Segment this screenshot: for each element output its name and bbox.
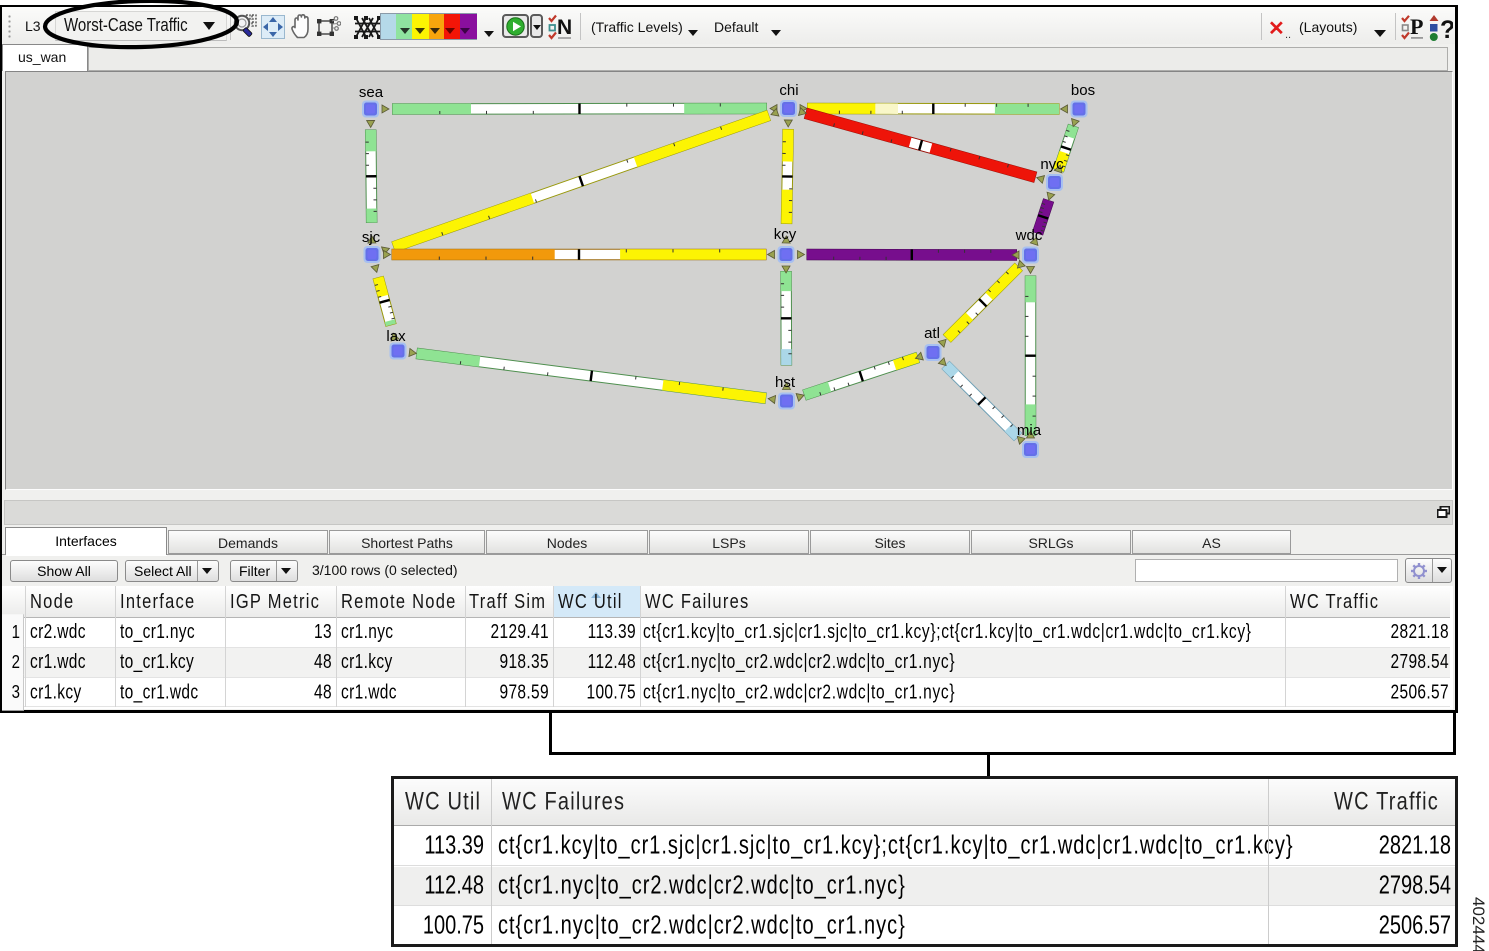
svg-text:bos: bos: [1071, 82, 1095, 99]
svg-text:kcy: kcy: [774, 226, 797, 243]
svg-text:P: P: [1410, 15, 1423, 39]
svg-text:sjc: sjc: [362, 229, 381, 246]
svg-text:chi: chi: [779, 82, 798, 99]
svg-text:hst: hst: [775, 374, 796, 391]
svg-text:lax: lax: [386, 328, 406, 345]
svg-text:N: N: [557, 16, 572, 39]
svg-text:atl: atl: [924, 325, 940, 342]
svg-text:nyc: nyc: [1040, 156, 1064, 173]
svg-text:mia: mia: [1017, 422, 1042, 439]
svg-text:sea: sea: [359, 84, 384, 101]
svg-text:?: ?: [1440, 16, 1453, 42]
svg-text:wdc: wdc: [1015, 227, 1043, 244]
